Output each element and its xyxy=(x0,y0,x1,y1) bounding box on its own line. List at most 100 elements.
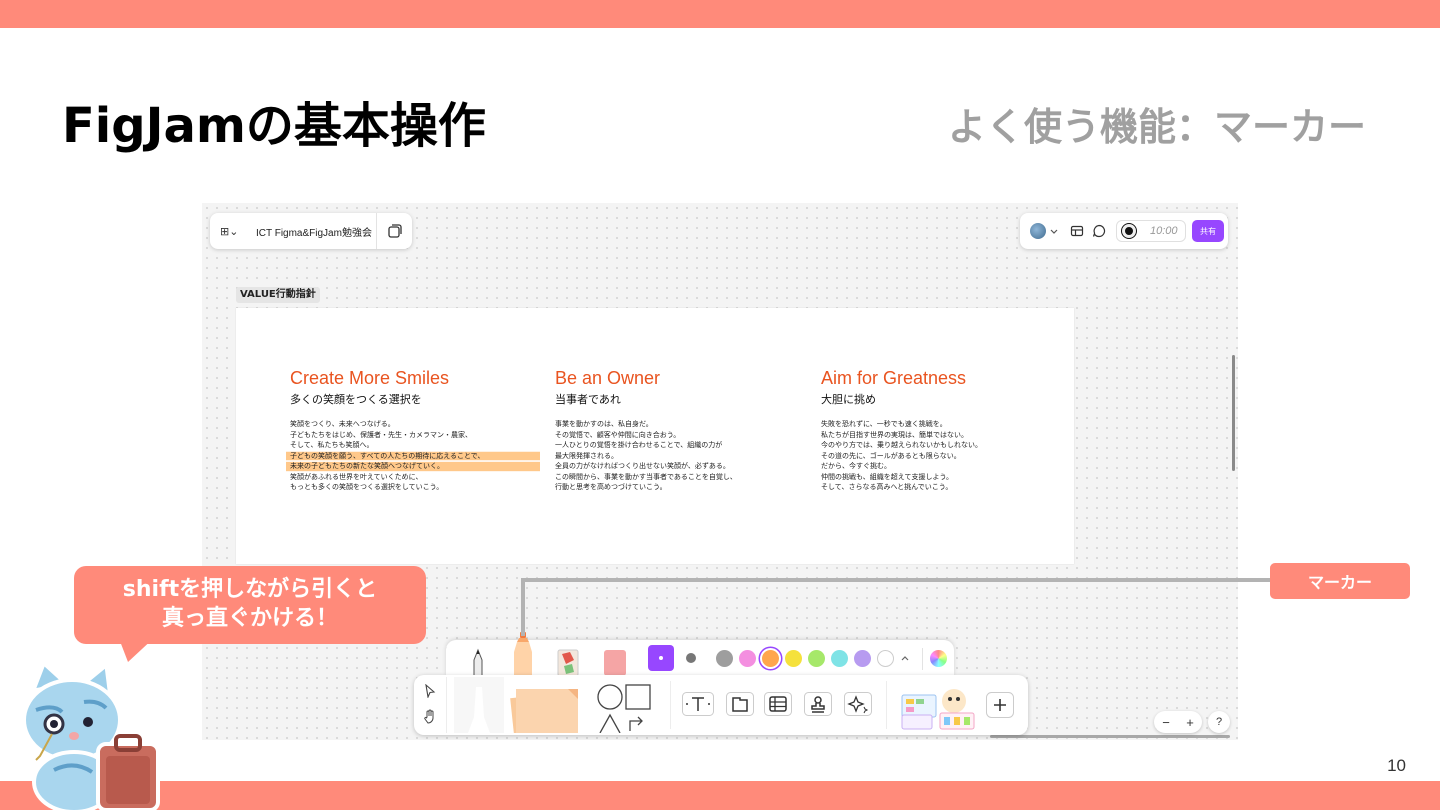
value-frame[interactable]: Create More Smiles 多くの笑顔をつくる選択を 笑顔をつくり、未… xyxy=(236,308,1074,564)
stamp-tool-icon[interactable] xyxy=(804,692,832,716)
vertical-scrollbar[interactable] xyxy=(1232,355,1235,471)
body-line: 事業を動かすのは、私自身だ。 xyxy=(555,420,653,428)
body-line: 笑顔があふれる世界を叶えていくために、 xyxy=(290,472,423,481)
music-disc-icon[interactable] xyxy=(1122,224,1136,238)
ai-sparkle-icon[interactable] xyxy=(844,692,872,716)
file-name[interactable]: ICT Figma&FigJam勉強会 xyxy=(256,224,372,239)
color-swatch-green[interactable] xyxy=(808,650,825,667)
divider xyxy=(376,213,377,249)
main-toolbar xyxy=(414,675,1028,735)
body-line: その道の先に、ゴールがあるとも限らない。 xyxy=(821,451,961,460)
thick-stroke-option[interactable] xyxy=(686,653,696,663)
eraser-tool-icon[interactable] xyxy=(602,648,628,676)
color-swatch-orange-selected[interactable] xyxy=(762,650,779,667)
value-column-owner: Be an Owner 当事者であれ 事業を動かすのは、私自身だ。 その覚悟で、… xyxy=(555,368,805,493)
value-column-greatness: Aim for Greatness 大胆に挑め 失敗を恐れずに、一秒でも速く挑戦… xyxy=(821,368,1071,493)
share-button[interactable]: 共有 xyxy=(1192,220,1224,242)
body-line: 一人ひとりの覚悟を掛け合わせることで、組織の力が xyxy=(555,441,723,449)
speech-bubble-tail xyxy=(118,636,156,662)
user-avatar[interactable] xyxy=(1030,223,1046,239)
washi-tape-icon[interactable] xyxy=(556,644,582,676)
body-line: この瞬間から、事業を動かす当事者であることを自覚し、 xyxy=(555,472,737,481)
cat-mascot-illustration xyxy=(22,661,160,810)
figjam-screenshot: ⊞⌄ ICT Figma&FigJam勉強会 10:00 共有 VALUE行動指… xyxy=(202,203,1238,740)
value-heading: Create More Smiles xyxy=(290,368,450,388)
marker-options-tray xyxy=(446,632,954,676)
value-heading: Aim for Greatness xyxy=(821,368,967,388)
color-swatch-pink[interactable] xyxy=(739,650,756,667)
divider xyxy=(670,681,671,729)
drawing-tools-drawer[interactable] xyxy=(454,677,504,733)
pen-tool-icon[interactable] xyxy=(470,648,486,676)
page-number: 10 xyxy=(1387,756,1406,775)
zoom-in-button[interactable]: + xyxy=(1186,715,1194,730)
section-tool-icon[interactable] xyxy=(726,692,754,716)
body-line: その覚悟で、顧客や仲間に向き合おう。 xyxy=(555,430,681,439)
value-heading: Be an Owner xyxy=(555,368,661,388)
templates-stickers-icon[interactable] xyxy=(898,685,980,731)
figma-menu-icon[interactable]: ⊞⌄ xyxy=(220,225,242,238)
bottom-accent-bar xyxy=(0,781,1440,810)
divider xyxy=(886,681,887,729)
file-menu-pill[interactable]: ⊞⌄ ICT Figma&FigJam勉強会 xyxy=(210,213,412,249)
shapes-tool-icon[interactable] xyxy=(596,683,654,733)
color-swatch-purple[interactable] xyxy=(854,650,871,667)
layout-icon[interactable] xyxy=(1070,224,1084,238)
callout-connector xyxy=(523,578,1271,582)
value-subheading: 大胆に挑め xyxy=(821,393,876,406)
timer-widget[interactable]: 10:00 xyxy=(1116,220,1186,242)
comment-icon[interactable] xyxy=(1092,224,1106,238)
zoom-out-button[interactable]: − xyxy=(1162,715,1170,730)
sticky-note-stack-icon[interactable] xyxy=(508,681,588,733)
help-button[interactable]: ? xyxy=(1208,711,1230,733)
body-line: 笑顔をつくり、未来へつなげる。 xyxy=(290,420,395,428)
move-cursor-icon[interactable] xyxy=(424,684,436,698)
body-line: 今のやり方では、乗り越えられないかもしれない。 xyxy=(821,441,982,449)
frame-label[interactable]: VALUE行動指針 xyxy=(236,287,320,303)
marker-highlighted-line: 子どもの笑顔を願う、すべての人たちの期待に応えることで、 xyxy=(286,450,540,461)
table-tool-icon[interactable] xyxy=(764,692,792,716)
color-swatch-teal[interactable] xyxy=(831,650,848,667)
divider xyxy=(922,648,923,670)
pages-icon[interactable] xyxy=(388,224,402,238)
slide-title: FigJamの基本操作 xyxy=(62,98,486,154)
color-swatch-white[interactable] xyxy=(877,650,894,667)
body-line: 行動と思考を高めつづけていこう。 xyxy=(555,483,667,491)
marker-callout-label: マーカー xyxy=(1270,563,1410,599)
bubble-line: 真っ直ぐかける！ xyxy=(161,606,338,631)
body-line: そして、私たちも笑顔へ。 xyxy=(290,441,374,449)
value-subheading: 当事者であれ xyxy=(555,393,621,406)
body-line: そして、さらなる高みへと挑んでいこう。 xyxy=(821,483,953,491)
body-line: 子どもたちをはじめ、保護者・先生・カメラマン・農家、 xyxy=(290,430,472,439)
value-subheading: 多くの笑顔をつくる選択を xyxy=(290,393,422,406)
zoom-control: − + xyxy=(1154,711,1202,733)
thin-stroke-option[interactable] xyxy=(648,645,674,671)
body-line: 全員の力がなければつくり出せない笑顔が、必ずある。 xyxy=(555,462,730,470)
add-more-button[interactable] xyxy=(986,692,1014,718)
horizontal-scrollbar[interactable] xyxy=(990,735,1230,738)
body-line: 失敗を恐れずに、一秒でも速く挑戦を。 xyxy=(821,420,947,428)
value-column-smiles: Create More Smiles 多くの笑顔をつくる選択を 笑顔をつくり、未… xyxy=(286,368,540,493)
body-line: 私たちが目指す世界の実現は、簡単ではない。 xyxy=(821,430,968,439)
callout-connector xyxy=(521,578,525,636)
body-line: 仲間の挑戦も、組織を超えて支援しよう。 xyxy=(821,472,954,481)
divider xyxy=(446,677,447,733)
text-tool-icon[interactable] xyxy=(682,692,714,716)
color-swatch-yellow[interactable] xyxy=(785,650,802,667)
color-swatch-gray[interactable] xyxy=(716,650,733,667)
top-accent-bar xyxy=(0,0,1440,28)
body-line: もっとも多くの笑顔をつくる選択をしていこう。 xyxy=(290,483,444,491)
bubble-line: shiftを押しながら引くと xyxy=(122,577,378,602)
custom-color-picker-icon[interactable] xyxy=(930,650,947,667)
marker-tool-icon[interactable] xyxy=(508,632,538,676)
body-line: 最大限発揮される。 xyxy=(555,451,618,460)
hand-tool-icon[interactable] xyxy=(422,709,438,725)
timer-value[interactable]: 10:00 xyxy=(1150,225,1178,237)
marker-highlighted-line: 未来の子どもたちの新たな笑顔へつなげていく。 xyxy=(286,461,540,472)
chevron-down-icon[interactable] xyxy=(1050,224,1058,238)
speech-bubble: shiftを押しながら引くと 真っ直ぐかける！ xyxy=(74,566,426,644)
chevron-up-icon[interactable] xyxy=(901,654,909,662)
body-line: だから、今すぐ挑む。 xyxy=(821,462,891,470)
collab-toolbar: 10:00 共有 xyxy=(1020,213,1228,249)
slide-subtitle: よく使う機能：マーカー xyxy=(947,105,1366,149)
